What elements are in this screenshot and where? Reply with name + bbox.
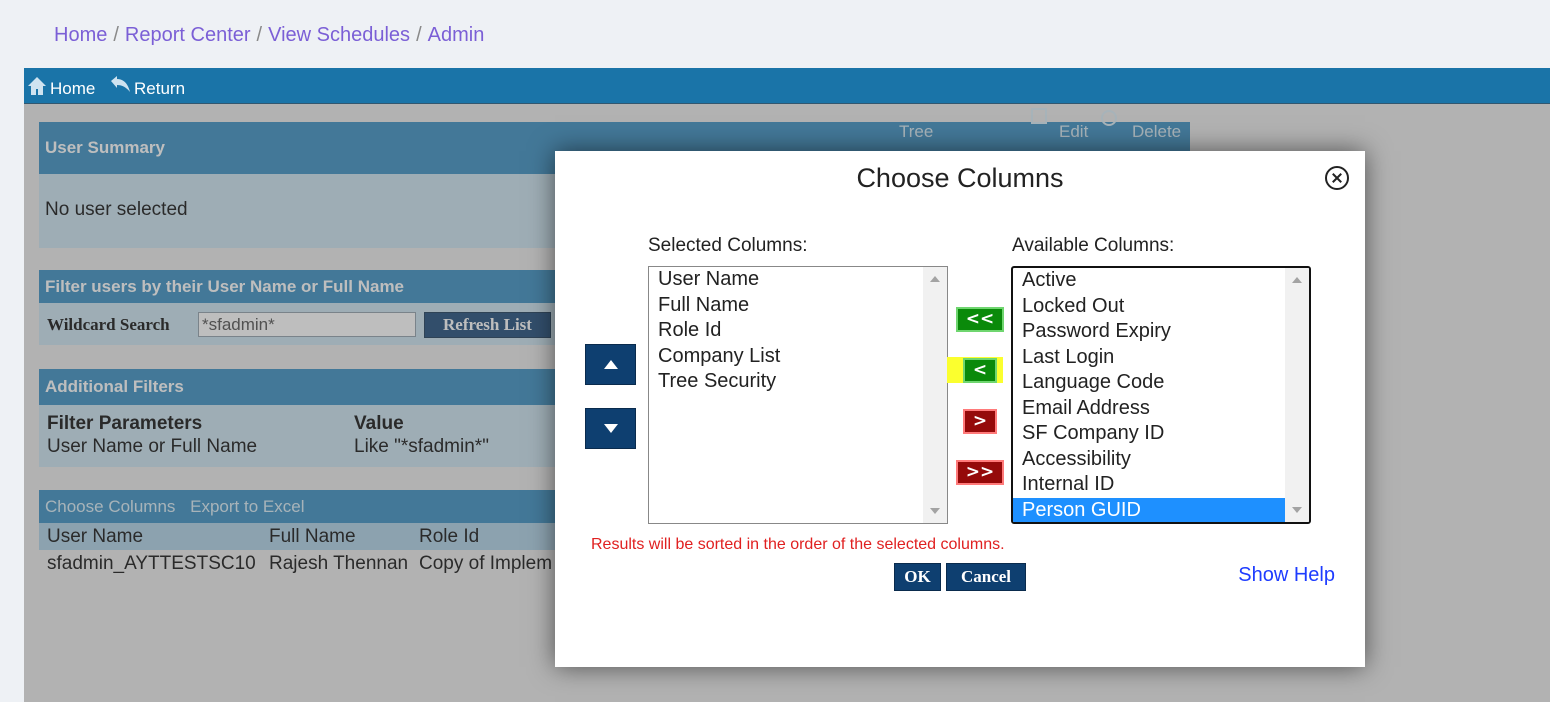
top-toolbar: Home Return bbox=[24, 68, 1550, 104]
available-column-option[interactable]: SF Company ID bbox=[1013, 421, 1309, 447]
breadcrumb-separator: / bbox=[256, 24, 263, 46]
breadcrumb-home[interactable]: Home bbox=[54, 24, 107, 46]
available-column-option[interactable]: Email Address bbox=[1013, 396, 1309, 422]
selected-columns-label: Selected Columns: bbox=[648, 235, 808, 256]
available-column-option[interactable]: Internal ID bbox=[1013, 472, 1309, 498]
selected-list-scrollbar[interactable] bbox=[923, 267, 947, 523]
home-nav-label: Home bbox=[50, 78, 96, 98]
available-columns-list[interactable]: Active Locked Out Password Expiry Last L… bbox=[1011, 266, 1311, 524]
dialog-title: Choose Columns bbox=[856, 163, 1064, 193]
return-arrow-icon bbox=[108, 75, 134, 102]
ok-button[interactable]: OK bbox=[894, 563, 941, 591]
return-nav-label: Return bbox=[134, 78, 186, 98]
selected-column-option[interactable]: Tree Security bbox=[649, 369, 947, 395]
available-column-option[interactable]: Password Expiry bbox=[1013, 319, 1309, 345]
available-list-scrollbar[interactable] bbox=[1285, 268, 1309, 522]
return-nav-button[interactable]: Return bbox=[108, 75, 185, 102]
selected-columns-list[interactable]: User Name Full Name Role Id Company List… bbox=[648, 266, 948, 524]
close-icon[interactable] bbox=[1325, 166, 1349, 190]
selected-column-option[interactable]: User Name bbox=[649, 267, 947, 293]
sort-order-note: Results will be sorted in the order of t… bbox=[591, 536, 1005, 553]
breadcrumb-view-schedules[interactable]: View Schedules bbox=[268, 24, 410, 46]
remove-all-columns-button[interactable]: >> bbox=[956, 460, 1004, 485]
available-column-option-selected[interactable]: Person GUID bbox=[1013, 497, 1285, 522]
home-icon bbox=[26, 75, 50, 102]
cancel-button[interactable]: Cancel bbox=[946, 563, 1026, 591]
available-column-option[interactable]: Locked Out bbox=[1013, 294, 1309, 320]
breadcrumb: Home / Report Center / View Schedules / Admin bbox=[54, 24, 484, 47]
breadcrumb-separator: / bbox=[416, 24, 422, 46]
move-down-button[interactable] bbox=[585, 408, 636, 449]
breadcrumb-admin[interactable]: Admin bbox=[428, 24, 485, 46]
remove-column-button[interactable]: > bbox=[963, 409, 997, 434]
selected-column-option[interactable]: Full Name bbox=[649, 293, 947, 319]
add-all-columns-button[interactable]: << bbox=[956, 307, 1004, 332]
scroll-down-arrow-icon[interactable] bbox=[1292, 507, 1302, 513]
scroll-up-arrow-icon[interactable] bbox=[930, 276, 940, 282]
add-column-button[interactable]: < bbox=[963, 358, 997, 383]
selected-column-option[interactable]: Role Id bbox=[649, 318, 947, 344]
home-nav-button[interactable]: Home bbox=[26, 75, 95, 102]
available-column-option[interactable]: Active bbox=[1013, 268, 1309, 294]
available-column-option[interactable]: Language Code bbox=[1013, 370, 1309, 396]
available-columns-label: Available Columns: bbox=[1012, 235, 1175, 256]
available-column-option[interactable]: Accessibility bbox=[1013, 447, 1309, 473]
choose-columns-dialog: Choose Columns Selected Columns: Availab… bbox=[555, 151, 1365, 667]
breadcrumb-separator: / bbox=[113, 24, 119, 46]
show-help-link[interactable]: Show Help bbox=[1238, 564, 1335, 587]
triangle-down-icon bbox=[604, 424, 618, 433]
triangle-up-icon bbox=[604, 360, 618, 369]
move-up-button[interactable] bbox=[585, 344, 636, 385]
breadcrumb-report-center[interactable]: Report Center bbox=[125, 24, 251, 46]
available-column-option[interactable]: Last Login bbox=[1013, 345, 1309, 371]
scroll-down-arrow-icon[interactable] bbox=[930, 508, 940, 514]
scroll-up-arrow-icon[interactable] bbox=[1292, 277, 1302, 283]
selected-column-option[interactable]: Company List bbox=[649, 344, 947, 370]
